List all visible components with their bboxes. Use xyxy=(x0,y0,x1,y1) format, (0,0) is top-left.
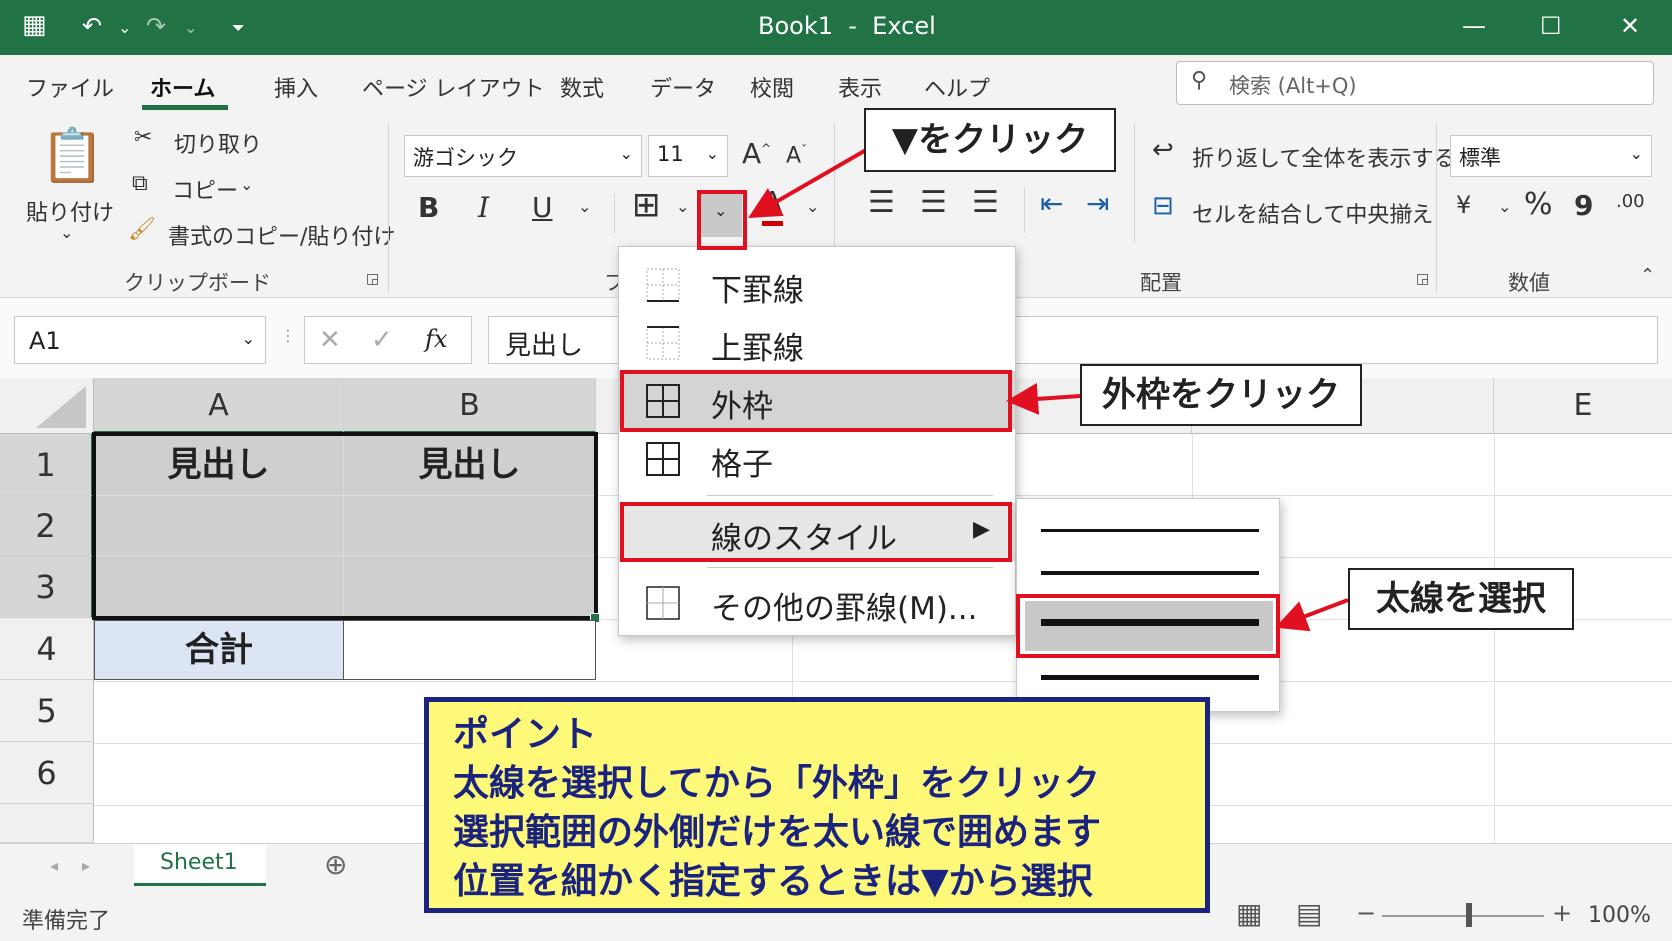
callout-click-arrow: ▼をクリック xyxy=(864,108,1116,172)
point-line-2: 選択範囲の外側だけを太い線で囲めます xyxy=(453,812,1102,853)
point-tip-box: ポイント 太線を選択してから「外枠」をクリック 選択範囲の外側だけを太い線で囲め… xyxy=(424,697,1210,913)
point-line-1: 太線を選択してから「外枠」をクリック xyxy=(453,763,1100,804)
arrow-to-thick-line xyxy=(1275,598,1349,632)
callout-click-outer: 外枠をクリック xyxy=(1080,364,1362,426)
point-title: ポイント xyxy=(453,714,598,755)
callout-select-thick: 太線を選択 xyxy=(1348,568,1574,630)
arrow-to-outside-borders xyxy=(1006,382,1081,415)
point-line-3: 位置を細かく指定するときは▼から選択 xyxy=(453,861,1093,902)
arrow-to-dropdown xyxy=(748,148,867,218)
